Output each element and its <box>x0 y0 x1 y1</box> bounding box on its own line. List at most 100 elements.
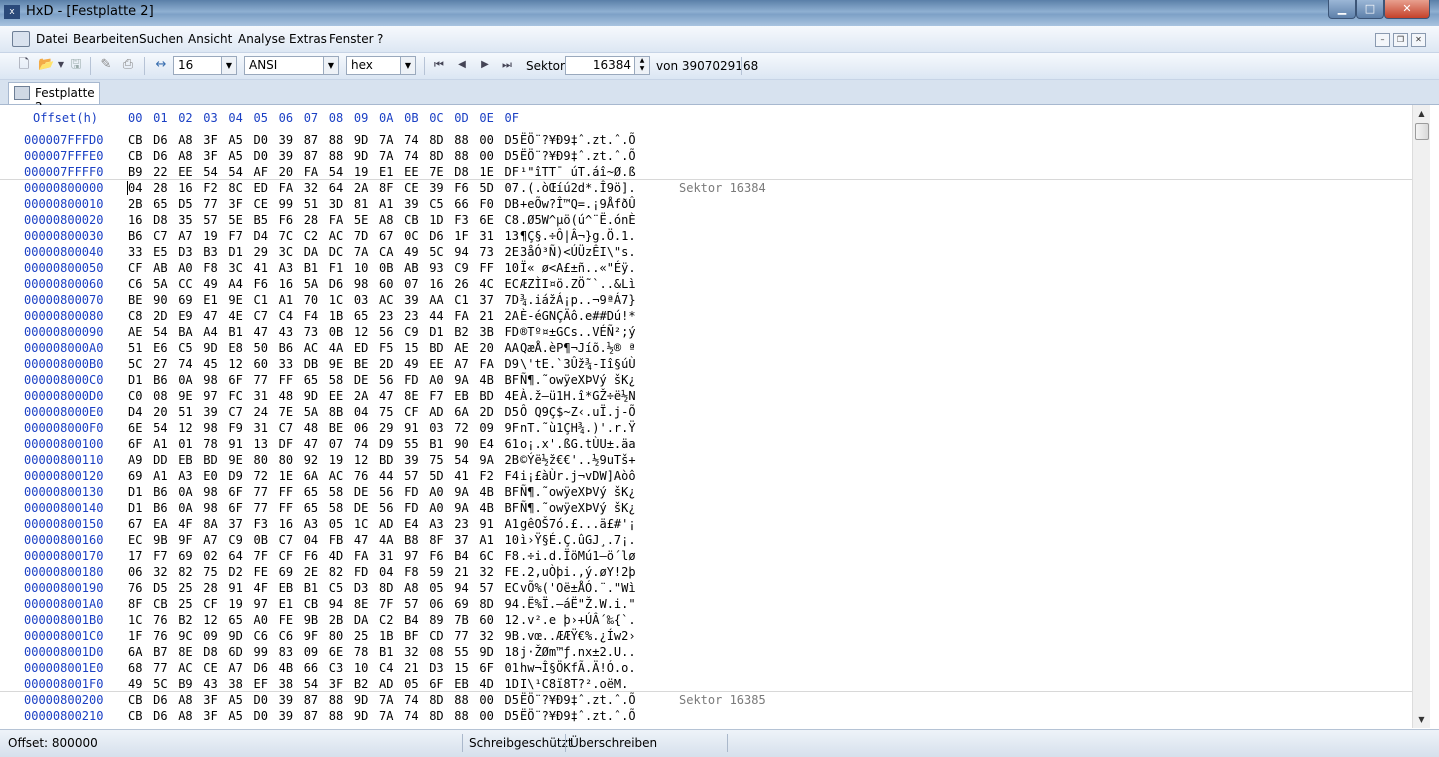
hex-byte[interactable]: 76 <box>153 612 167 628</box>
mdi-restore-button[interactable]: ❐ <box>1393 33 1408 47</box>
hex-row[interactable]: 00000800010 2B 65 D5 77 3F CE 99 51 3D 81 A1 39 C5 66 F… <box>0 196 1412 212</box>
hex-byte[interactable]: FD <box>354 564 368 580</box>
hex-row[interactable]: 00000800020 16 D8 35 57 5E B5 F6 28 FA 5E A8 CB 1D F3 6… <box>0 212 1412 228</box>
hex-byte[interactable]: 41 <box>454 468 468 484</box>
hex-byte[interactable]: 9A <box>454 484 468 500</box>
hex-byte[interactable]: 8E <box>404 388 418 404</box>
hex-byte[interactable]: AC <box>178 660 192 676</box>
hex-byte[interactable]: 90 <box>153 292 167 308</box>
hex-byte[interactable]: 77 <box>254 372 268 388</box>
open-dropdown-icon[interactable]: ▼ <box>56 57 66 73</box>
hex-byte[interactable]: 9B <box>153 532 167 548</box>
hex-byte[interactable]: 3D <box>329 196 343 212</box>
hex-byte[interactable]: 1B <box>379 628 393 644</box>
hex-row[interactable]: 00000800120 69 A1 A3 E0 D9 72 1E 6A AC 76 44 57 5D 41 F… <box>0 468 1412 484</box>
hex-byte[interactable]: A8 <box>178 692 192 708</box>
hex-byte[interactable]: B6 <box>279 340 293 356</box>
hex-byte[interactable]: 78 <box>203 436 217 452</box>
hex-byte[interactable]: CF <box>404 404 418 420</box>
hex-byte[interactable]: A4 <box>228 276 242 292</box>
text-column[interactable]: ®Tº¤±GCs..VÉÑ²;ý <box>520 324 636 340</box>
hex-byte[interactable]: 92 <box>304 452 318 468</box>
hex-byte[interactable]: 2B <box>505 452 519 468</box>
hex-byte[interactable]: F6 <box>454 180 468 196</box>
text-column[interactable]: .2‚uÒþi.‚ý.øY!2þ <box>520 564 636 580</box>
hex-byte[interactable]: AA <box>429 292 443 308</box>
hex-byte[interactable]: BD <box>379 452 393 468</box>
hex-byte[interactable]: F6 <box>279 212 293 228</box>
hex-byte[interactable]: 26 <box>454 276 468 292</box>
hex-byte[interactable]: C4 <box>379 660 393 676</box>
hex-byte[interactable]: B6 <box>153 372 167 388</box>
hex-row[interactable]: 000007FFFD0 CB D6 A8 3F A5 D0 39 87 88 9D 7A 74 8D 88 0… <box>0 132 1412 148</box>
hex-byte[interactable]: 31 <box>479 228 493 244</box>
hex-byte[interactable]: 68 <box>128 660 142 676</box>
hex-byte[interactable]: A1 <box>279 292 293 308</box>
hex-byte[interactable]: A0 <box>429 484 443 500</box>
hex-byte[interactable]: 17 <box>128 548 142 564</box>
hex-byte[interactable]: 74 <box>178 356 192 372</box>
hex-byte[interactable]: 9D <box>354 692 368 708</box>
hex-byte[interactable]: FA <box>304 164 318 180</box>
hex-byte[interactable]: 80 <box>279 452 293 468</box>
hex-byte[interactable]: BD <box>429 340 443 356</box>
hex-byte[interactable]: D5 <box>505 404 519 420</box>
hex-byte[interactable]: E4 <box>479 436 493 452</box>
hex-byte[interactable]: 10 <box>505 532 519 548</box>
hex-byte[interactable]: 9F <box>304 628 318 644</box>
hex-byte[interactable]: E1 <box>379 164 393 180</box>
hex-byte[interactable]: 8A <box>203 516 217 532</box>
hex-row[interactable]: 00000800030 B6 C7 A7 19 F7 D4 7C C2 AC 7D 67 0C D6 1F 3… <box>0 228 1412 244</box>
hex-byte[interactable]: C8 <box>128 308 142 324</box>
sector-spinner[interactable]: 16384 ▲ ▼ <box>565 56 650 75</box>
hex-byte[interactable]: C5 <box>178 340 192 356</box>
hex-byte[interactable]: 6F <box>228 500 242 516</box>
hex-byte[interactable]: BF <box>505 500 519 516</box>
hex-byte[interactable]: 56 <box>379 372 393 388</box>
hex-byte[interactable]: E0 <box>203 468 217 484</box>
hex-byte[interactable]: C3 <box>329 660 343 676</box>
text-column[interactable]: ÆZÌI¤ö.ZÖ˜`..&Lì <box>520 276 636 292</box>
hex-byte[interactable]: 81 <box>354 196 368 212</box>
hex-byte[interactable]: FF <box>479 260 493 276</box>
hex-byte[interactable]: 6F <box>228 372 242 388</box>
hex-byte[interactable]: 9D <box>354 132 368 148</box>
hex-byte[interactable]: F4 <box>304 308 318 324</box>
hex-byte[interactable]: 4F <box>254 580 268 596</box>
hex-byte[interactable]: 6F <box>228 484 242 500</box>
hex-byte[interactable]: 06 <box>429 596 443 612</box>
text-column[interactable]: ËÖ¨?¥Ð9‡ˆ.zt.ˆ.Õ <box>520 132 636 148</box>
hex-byte[interactable]: D8 <box>454 164 468 180</box>
hex-byte[interactable]: AE <box>128 324 142 340</box>
hex-byte[interactable]: A1 <box>505 516 519 532</box>
hex-byte[interactable]: 23 <box>454 516 468 532</box>
hex-byte[interactable]: C5 <box>329 580 343 596</box>
hex-byte[interactable]: 57 <box>404 596 418 612</box>
hex-byte[interactable]: 04 <box>304 532 318 548</box>
hex-byte[interactable]: A9 <box>128 452 142 468</box>
hex-byte[interactable]: 54 <box>329 164 343 180</box>
hex-byte[interactable]: CB <box>304 596 318 612</box>
hex-byte[interactable]: A3 <box>429 516 443 532</box>
hex-byte[interactable]: 51 <box>304 196 318 212</box>
hex-byte[interactable]: 04 <box>128 180 142 196</box>
hex-byte[interactable]: 6F <box>429 676 443 692</box>
hex-byte[interactable]: 9A <box>454 372 468 388</box>
hex-byte[interactable]: 65 <box>304 372 318 388</box>
hex-byte[interactable]: D9 <box>379 436 393 452</box>
hex-byte[interactable]: 93 <box>429 260 443 276</box>
hex-byte[interactable]: 4F <box>178 516 192 532</box>
hex-byte[interactable]: D6 <box>254 660 268 676</box>
hex-byte[interactable]: B1 <box>304 260 318 276</box>
hex-row[interactable]: 00000800190 76 D5 25 28 91 4F EB B1 C5 D3 8D A8 05 94 5… <box>0 580 1412 596</box>
hex-byte[interactable]: 88 <box>329 692 343 708</box>
hex-byte[interactable]: 73 <box>304 324 318 340</box>
hex-byte[interactable]: F7 <box>429 388 443 404</box>
hex-byte[interactable]: A1 <box>379 196 393 212</box>
hex-byte[interactable]: 69 <box>128 468 142 484</box>
hex-byte[interactable]: 2A <box>354 388 368 404</box>
hex-byte[interactable]: 3F <box>203 148 217 164</box>
hex-byte[interactable]: 20 <box>153 404 167 420</box>
hex-byte[interactable]: FE <box>505 564 519 580</box>
hex-byte[interactable]: C7 <box>254 308 268 324</box>
